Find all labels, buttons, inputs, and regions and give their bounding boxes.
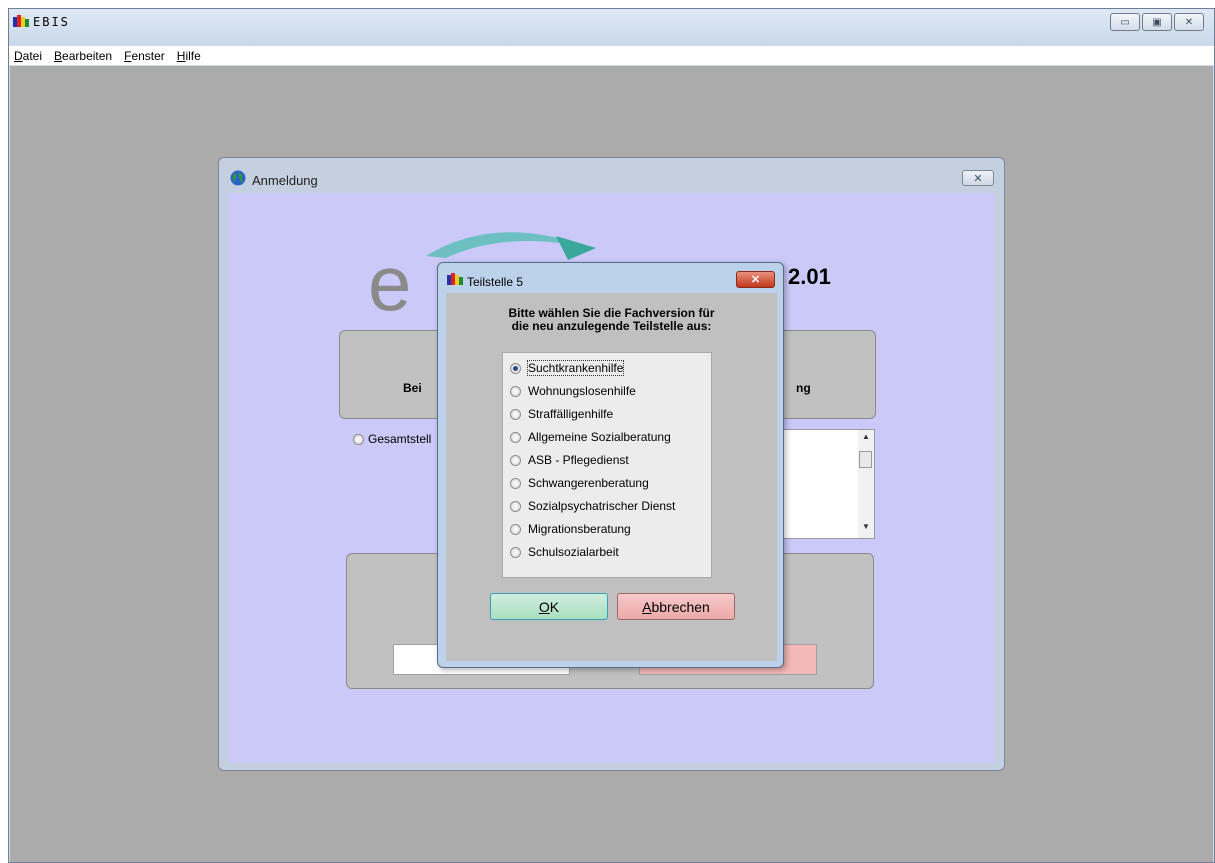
teilstelle-listbox[interactable]: ▲ ▼ — [777, 429, 875, 539]
gesamtstelle-radio[interactable]: Gesamtstell — [353, 432, 431, 446]
fachversion-option[interactable]: ASB - Pflegedienst — [510, 452, 629, 468]
group-left-label: Bei — [403, 381, 422, 395]
fachversion-option[interactable]: Allgemeine Sozialberatung — [510, 429, 671, 445]
window-title: EBIS — [33, 15, 70, 29]
dialog-client: Bitte wählen Sie die Fachversion für die… — [446, 293, 777, 661]
scroll-down-icon[interactable]: ▼ — [858, 522, 874, 536]
radio-unchecked[interactable] — [510, 523, 521, 535]
listbox-scrollbar[interactable]: ▲ ▼ — [858, 430, 874, 538]
logo-letter: e — [368, 239, 411, 318]
main-titlebar[interactable]: EBIS ▭ ▣ ✕ — [9, 9, 1214, 45]
cancel-button[interactable]: Abbrechen — [617, 593, 735, 620]
option-label: Schulsozialarbeit — [528, 545, 619, 559]
cancel-label: bbrechen — [651, 598, 710, 615]
dialog-close-button[interactable]: ✕ — [736, 271, 775, 288]
menu-hilfe-label: ilfe — [185, 48, 201, 63]
version-label: 2.01 — [788, 264, 831, 289]
option-label: Schwangerenberatung — [528, 476, 649, 490]
minimize-button[interactable]: ▭ — [1110, 13, 1140, 31]
globe-icon — [230, 170, 246, 186]
menu-fenster-label: enster — [131, 48, 165, 63]
dialog-prompt: Bitte wählen Sie die Fachversion für die… — [446, 307, 777, 333]
gesamtstelle-label: Gesamtstell — [368, 432, 432, 446]
app-icon — [447, 273, 463, 285]
login-close-button[interactable]: ✕ — [962, 170, 994, 186]
login-title: Anmeldung — [252, 173, 318, 188]
menu-datei[interactable]: Datei — [14, 49, 42, 63]
ok-button[interactable]: OK — [490, 593, 608, 620]
radio-checked[interactable] — [510, 362, 521, 374]
scroll-thumb[interactable] — [859, 451, 872, 468]
dialog-title: Teilstelle 5 — [467, 275, 524, 289]
ok-accel: O — [538, 598, 550, 615]
fachversion-option[interactable]: Suchtkrankenhilfe — [510, 360, 625, 376]
scroll-up-icon[interactable]: ▲ — [858, 432, 874, 446]
menu-datei-label: atei — [22, 48, 43, 63]
radio-unchecked[interactable] — [510, 408, 521, 420]
option-label: Sozialpsychatrischer Dienst — [528, 499, 676, 513]
login-titlebar[interactable]: Anmeldung ✕ — [219, 158, 1004, 190]
fachversion-option[interactable]: Wohnungslosenhilfe — [510, 383, 636, 399]
radio-unchecked[interactable] — [510, 477, 521, 489]
option-label: ASB - Pflegedienst — [528, 453, 629, 467]
radio-unchecked[interactable] — [510, 431, 521, 443]
ok-label: K — [549, 598, 560, 615]
teilstelle-dialog: Teilstelle 5 ✕ Bitte wählen Sie die Fach… — [437, 262, 784, 668]
cancel-accel: A — [642, 598, 652, 615]
app-icon — [13, 15, 29, 27]
menu-bearbeiten-label: earbeiten — [62, 48, 113, 63]
option-label: Allgemeine Sozialberatung — [528, 430, 671, 444]
menu-bearbeiten[interactable]: Bearbeiten — [54, 49, 112, 63]
group-right-label: ng — [796, 381, 811, 395]
prompt-line-2: die neu anzulegende Teilstelle aus: — [511, 319, 712, 333]
radio-unchecked[interactable] — [510, 546, 521, 558]
fachversion-option[interactable]: Sozialpsychatrischer Dienst — [510, 498, 675, 514]
menu-datei-accel: D — [14, 48, 23, 63]
option-label: Straffälligenhilfe — [528, 407, 614, 421]
menubar: Datei Bearbeiten Fenster Hilfe — [9, 46, 1214, 65]
option-label: Suchtkrankenhilfe — [526, 360, 625, 376]
radio-unchecked[interactable] — [510, 500, 521, 512]
fachversion-option[interactable]: Schwangerenberatung — [510, 475, 649, 491]
menu-fenster[interactable]: Fenster — [124, 49, 165, 63]
fachversion-list: Suchtkrankenhilfe Wohnungslosenhilfe Str… — [502, 352, 712, 578]
fachversion-option[interactable]: Straffälligenhilfe — [510, 406, 613, 422]
option-label: Migrationsberatung — [528, 522, 631, 536]
gesamtstelle-radio-dot[interactable] — [353, 433, 364, 445]
maximize-button[interactable]: ▣ — [1142, 13, 1172, 31]
fachversion-option[interactable]: Migrationsberatung — [510, 521, 631, 537]
fachversion-option[interactable]: Schulsozialarbeit — [510, 544, 619, 560]
menu-bearbeiten-accel: B — [54, 48, 63, 63]
window-controls: ▭ ▣ ✕ — [1110, 13, 1204, 31]
close-button[interactable]: ✕ — [1174, 13, 1204, 31]
option-label: Wohnungslosenhilfe — [528, 384, 636, 398]
radio-unchecked[interactable] — [510, 454, 521, 466]
menu-hilfe[interactable]: Hilfe — [177, 49, 201, 63]
radio-unchecked[interactable] — [510, 385, 521, 397]
